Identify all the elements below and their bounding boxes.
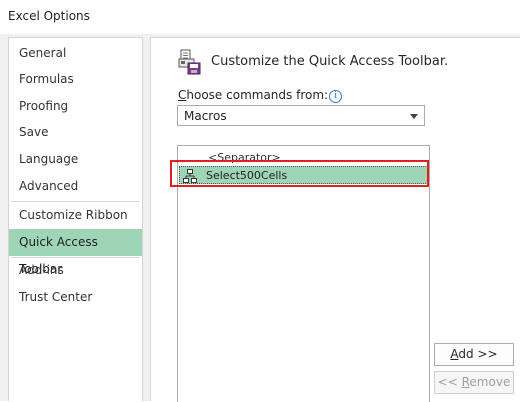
sidebar-item-language[interactable]: Language [9,146,142,173]
list-item-label: Select500Cells [206,169,288,182]
options-sidebar: General Formulas Proofing Save Language … [8,37,143,401]
sidebar-item-customize-ribbon[interactable]: Customize Ribbon [9,202,142,229]
dropdown-value: Macros [184,109,227,123]
sidebar-item-proofing[interactable]: Proofing [9,93,142,120]
sidebar-item-add-ins[interactable]: Add-ins [9,257,142,284]
sidebar-item-advanced[interactable]: Advanced [9,173,142,200]
remove-button[interactable]: << Remove [434,371,514,394]
add-button-label: dd >> [458,347,498,361]
sidebar-item-general[interactable]: General [9,40,142,67]
title-bar: Excel Options [0,0,520,34]
window-title: Excel Options [8,9,90,23]
sidebar-item-quick-access-toolbar[interactable]: Quick Access Toolbar [9,229,142,276]
quick-access-toolbar-icon [178,49,201,75]
choose-commands-dropdown[interactable]: Macros [177,105,425,126]
chevron-down-icon[interactable] [410,114,418,119]
sidebar-item-trust-center[interactable]: Trust Center [9,284,142,311]
sidebar-item-formulas[interactable]: Formulas [9,66,142,93]
remove-button-prefix: << [437,375,462,389]
list-item-separator[interactable]: <Separator> [179,149,428,167]
add-button[interactable]: Add >> [434,343,514,366]
macro-icon [183,169,197,183]
choose-commands-label: Choose commands from: i [178,88,343,103]
remove-button-label: emove [469,375,511,389]
choose-label-text: hoose commands from: [186,88,329,102]
list-item-select500cells[interactable]: Select500Cells [179,166,428,184]
info-icon[interactable]: i [329,90,343,103]
commands-list[interactable]: <Separator> Select500Cells [177,145,430,402]
page-title: Customize the Quick Access Toolbar. [211,54,449,69]
sidebar-item-save[interactable]: Save [9,119,142,146]
